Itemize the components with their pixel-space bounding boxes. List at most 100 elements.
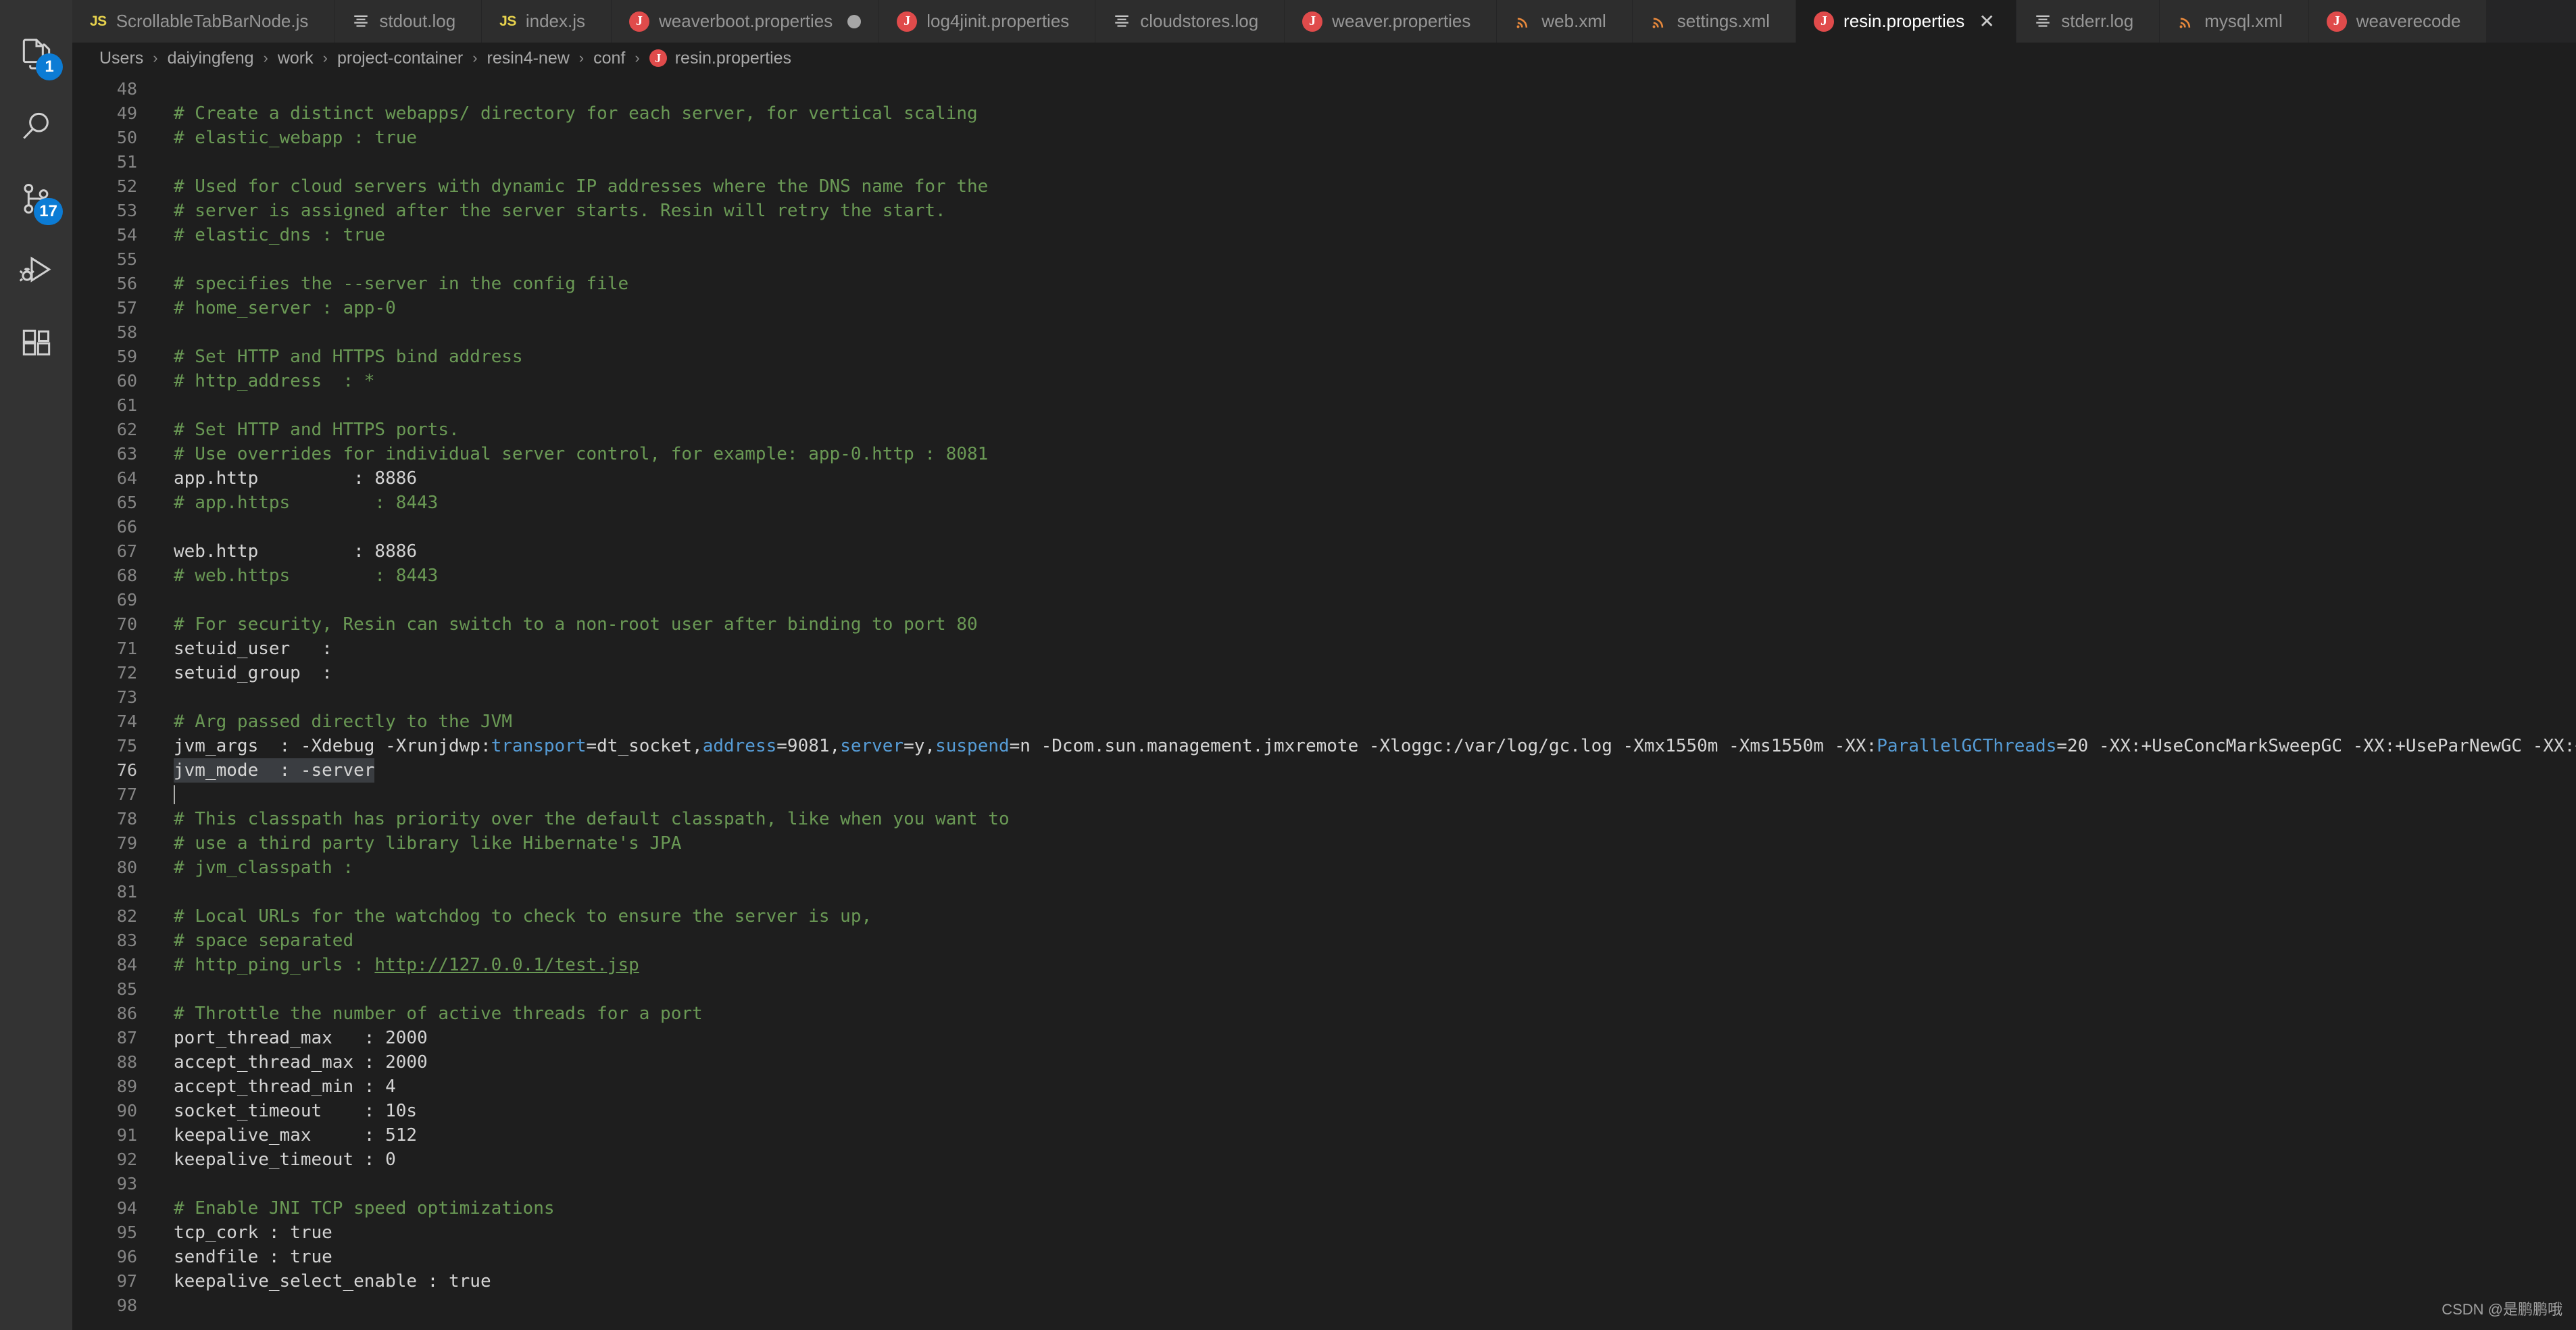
breadcrumb-item[interactable]: Users (99, 49, 143, 68)
code-line-content[interactable]: keepalive_select_enable : true (153, 1269, 2576, 1294)
code-line[interactable]: 76 jvm_mode : -server (72, 758, 2576, 783)
code-line-content[interactable]: jvm_mode : -server (153, 758, 2576, 783)
code-line-content[interactable]: # This classpath has priority over the d… (153, 807, 2576, 831)
code-line-content[interactable]: # web.https : 8443 (153, 564, 2576, 588)
code-line-content[interactable]: setuid_user : (153, 637, 2576, 661)
code-line[interactable]: 55 (72, 247, 2576, 272)
editor-tab[interactable]: web.xml (1497, 0, 1633, 43)
code-line[interactable]: 70 # For security, Resin can switch to a … (72, 612, 2576, 637)
code-line-content[interactable] (153, 588, 2576, 612)
code-line[interactable]: 49 # Create a distinct webapps/ directory… (72, 101, 2576, 126)
code-line-content[interactable] (153, 880, 2576, 904)
code-line-content[interactable] (153, 1172, 2576, 1196)
code-line-content[interactable]: keepalive_max : 512 (153, 1123, 2576, 1148)
code-line[interactable]: 71 setuid_user : (72, 637, 2576, 661)
code-line[interactable]: 77 (72, 783, 2576, 807)
code-line-content[interactable] (153, 320, 2576, 345)
breadcrumb-item[interactable]: conf (593, 49, 625, 68)
code-line-content[interactable]: setuid_group : (153, 661, 2576, 685)
code-line[interactable]: 98 (72, 1294, 2576, 1318)
code-line[interactable]: 74 # Arg passed directly to the JVM (72, 710, 2576, 734)
code-line[interactable]: 84 # http_ping_urls : http://127.0.0.1/te… (72, 953, 2576, 977)
code-line-content[interactable]: # elastic_dns : true (153, 223, 2576, 247)
code-line-content[interactable]: # Throttle the number of active threads … (153, 1002, 2576, 1026)
breadcrumb-item-file[interactable]: Jresin.properties (649, 49, 791, 68)
code-line[interactable]: 93 (72, 1172, 2576, 1196)
code-line[interactable]: 65 # app.https : 8443 (72, 491, 2576, 515)
code-line-content[interactable]: # Set HTTP and HTTPS bind address (153, 345, 2576, 369)
code-line[interactable]: 87 port_thread_max : 2000 (72, 1026, 2576, 1050)
code-line[interactable]: 86 # Throttle the number of active thread… (72, 1002, 2576, 1026)
activity-item-run-and-debug[interactable] (0, 235, 72, 307)
code-line-content[interactable] (153, 977, 2576, 1002)
code-line[interactable]: 69 (72, 588, 2576, 612)
code-line-content[interactable]: # For security, Resin can switch to a no… (153, 612, 2576, 637)
code-line[interactable]: 95 tcp_cork : true (72, 1221, 2576, 1245)
code-editor[interactable]: 48 49 # Create a distinct webapps/ directo… (72, 74, 2576, 1330)
code-line[interactable]: 57 # home_server : app-0 (72, 296, 2576, 320)
editor-tab[interactable]: stdout.log (335, 0, 482, 43)
code-line-content[interactable]: # use a third party library like Hiberna… (153, 831, 2576, 856)
code-line[interactable]: 72 setuid_group : (72, 661, 2576, 685)
code-line-content[interactable] (153, 150, 2576, 174)
code-line-content[interactable]: # Arg passed directly to the JVM (153, 710, 2576, 734)
editor-tab[interactable]: Jweaverboot.properties (612, 0, 880, 43)
editor-tab[interactable]: JS index.js (482, 0, 612, 43)
editor-tab-active[interactable]: Jresin.properties ✕ (1796, 0, 2017, 43)
code-line-content[interactable]: # Local URLs for the watchdog to check t… (153, 904, 2576, 929)
code-line-content[interactable]: accept_thread_max : 2000 (153, 1050, 2576, 1075)
code-line-content[interactable]: app.http : 8886 (153, 466, 2576, 491)
code-line-content[interactable]: tcp_cork : true (153, 1221, 2576, 1245)
code-line[interactable]: 81 (72, 880, 2576, 904)
code-line-content[interactable]: # specifies the --server in the config f… (153, 272, 2576, 296)
activity-item-search[interactable] (0, 90, 72, 162)
code-line[interactable]: 50 # elastic_webapp : true (72, 126, 2576, 150)
code-line-content[interactable]: port_thread_max : 2000 (153, 1026, 2576, 1050)
code-line-content[interactable] (153, 515, 2576, 539)
code-line[interactable]: 58 (72, 320, 2576, 345)
code-line[interactable]: 92 keepalive_timeout : 0 (72, 1148, 2576, 1172)
code-line[interactable]: 48 (72, 77, 2576, 101)
code-line-content[interactable]: # app.https : 8443 (153, 491, 2576, 515)
code-line[interactable]: 96 sendfile : true (72, 1245, 2576, 1269)
code-line-content[interactable]: # Create a distinct webapps/ directory f… (153, 101, 2576, 126)
code-line[interactable]: 89 accept_thread_min : 4 (72, 1075, 2576, 1099)
editor-tab[interactable]: Jweaver.properties (1285, 0, 1497, 43)
code-line[interactable]: 53 # server is assigned after the server … (72, 199, 2576, 223)
code-line-content[interactable]: accept_thread_min : 4 (153, 1075, 2576, 1099)
code-line-content[interactable]: # server is assigned after the server st… (153, 199, 2576, 223)
code-line-content[interactable]: # http_ping_urls : http://127.0.0.1/test… (153, 953, 2576, 977)
breadcrumb-item[interactable]: daiyingfeng (168, 49, 254, 68)
code-line-content[interactable]: keepalive_timeout : 0 (153, 1148, 2576, 1172)
editor-tab[interactable]: settings.xml (1632, 0, 1797, 43)
code-line[interactable]: 88 accept_thread_max : 2000 (72, 1050, 2576, 1075)
editor-tab[interactable]: JS ScrollableTabBarNode.js (72, 0, 335, 43)
code-line-content[interactable]: socket_timeout : 10s (153, 1099, 2576, 1123)
code-line[interactable]: 83 # space separated (72, 929, 2576, 953)
code-line-content[interactable]: # Use overrides for individual server co… (153, 442, 2576, 466)
code-line-content[interactable] (153, 77, 2576, 101)
code-line-content[interactable]: # jvm_classpath : (153, 856, 2576, 880)
code-line[interactable]: 97 keepalive_select_enable : true (72, 1269, 2576, 1294)
code-line[interactable]: 68 # web.https : 8443 (72, 564, 2576, 588)
breadcrumb[interactable]: Users › daiyingfeng › work › project-container… (72, 43, 2576, 74)
code-line[interactable]: 62 # Set HTTP and HTTPS ports. (72, 418, 2576, 442)
close-icon[interactable]: ✕ (1975, 10, 1998, 33)
code-line-content[interactable]: # elastic_webapp : true (153, 126, 2576, 150)
code-line-content[interactable]: # Set HTTP and HTTPS ports. (153, 418, 2576, 442)
code-line-content[interactable]: web.http : 8886 (153, 539, 2576, 564)
activity-item-explorer[interactable]: 1 (0, 18, 72, 90)
code-line[interactable]: 52 # Used for cloud servers with dynamic … (72, 174, 2576, 199)
code-line-content[interactable]: sendfile : true (153, 1245, 2576, 1269)
code-line[interactable]: 60 # http_address : * (72, 369, 2576, 393)
code-line[interactable]: 54 # elastic_dns : true (72, 223, 2576, 247)
code-line[interactable]: 78 # This classpath has priority over the… (72, 807, 2576, 831)
code-line-content[interactable] (153, 685, 2576, 710)
code-line-content[interactable]: # home_server : app-0 (153, 296, 2576, 320)
code-line[interactable]: 90 socket_timeout : 10s (72, 1099, 2576, 1123)
activity-item-source-control[interactable]: 17 (0, 162, 72, 235)
code-line[interactable]: 63 # Use overrides for individual server … (72, 442, 2576, 466)
code-line-content[interactable] (153, 1294, 2576, 1318)
editor-tab[interactable]: stderr.log (2016, 0, 2160, 43)
code-line[interactable]: 94 # Enable JNI TCP speed optimizations (72, 1196, 2576, 1221)
